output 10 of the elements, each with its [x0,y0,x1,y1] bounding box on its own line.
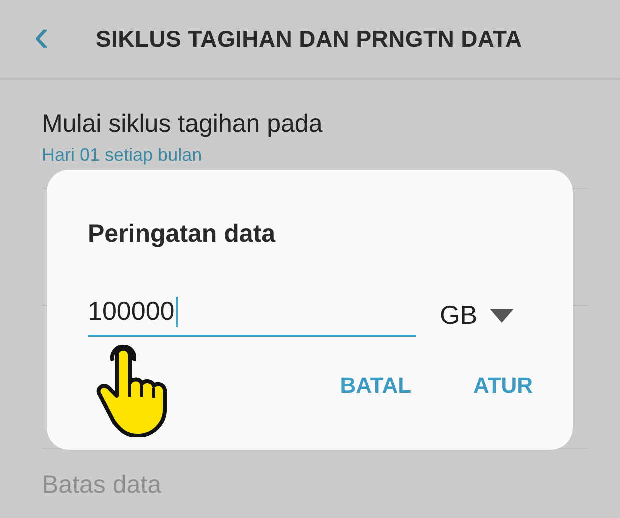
screen-title: SIKLUS TAGIHAN DAN PRNGTN DATA [96,26,522,52]
caret-icon [490,308,514,322]
input-field[interactable]: 100000 [88,296,416,337]
unit-dropdown[interactable]: GB [440,300,514,331]
dialog-title: Peringatan data [88,220,277,249]
dialog-button[interactable]: BATAL [340,373,412,399]
back-button[interactable]: ‹ [34,12,74,58]
setting-title[interactable]: Mulai siklus tagihan pada [42,110,588,139]
setting-value: Hari 01 setiap bulan [42,145,204,166]
dialog-button[interactable]: ATUR [474,373,533,399]
